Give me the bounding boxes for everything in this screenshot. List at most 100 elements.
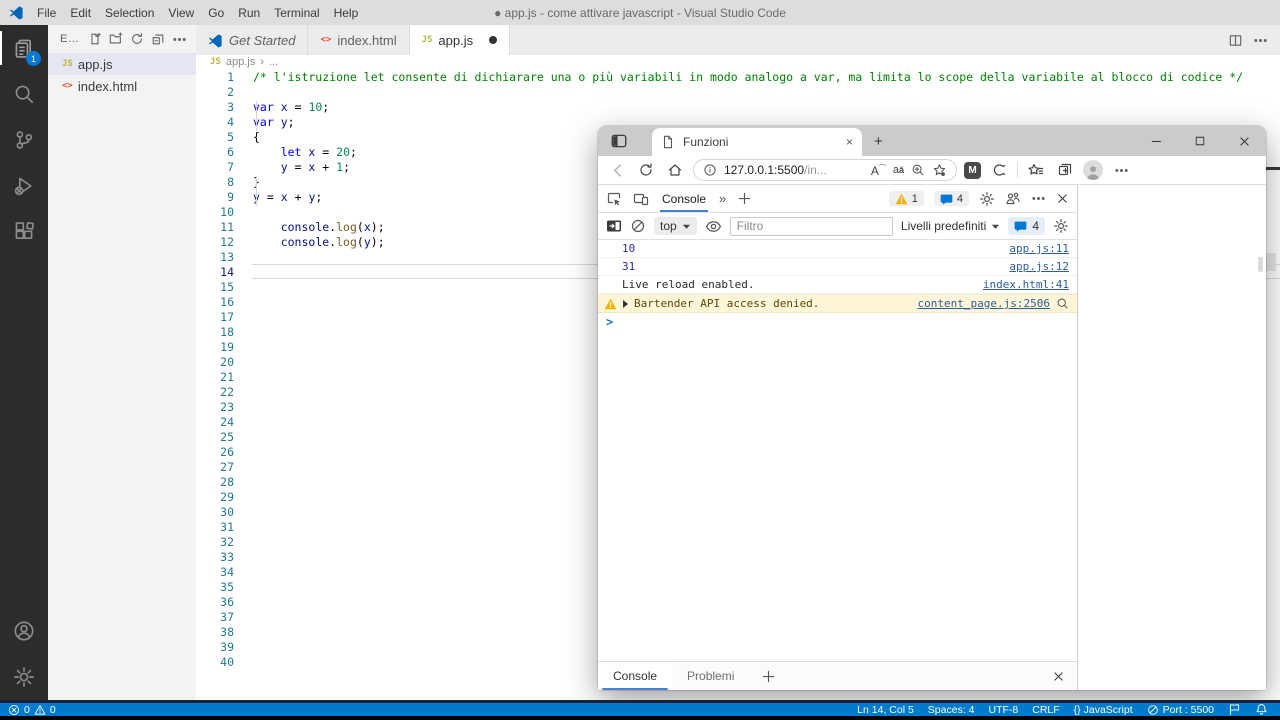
search-activity-button[interactable] <box>0 71 48 117</box>
translate-icon[interactable]: aă <box>893 164 904 176</box>
line-number: 19 <box>196 340 234 354</box>
minimize-button[interactable] <box>1134 126 1178 156</box>
source-link[interactable]: app.js:12 <box>1009 260 1069 273</box>
menu-run[interactable]: Run <box>231 6 267 20</box>
tab-app-js[interactable]: JSapp.js <box>410 25 511 55</box>
source-control-activity-button[interactable] <box>0 117 48 163</box>
favorite-star-icon[interactable] <box>932 163 947 178</box>
status-live-server-port[interactable]: Port : 5500 <box>1147 704 1214 716</box>
menu-terminal[interactable]: Terminal <box>267 6 326 20</box>
refresh-button[interactable] <box>635 162 657 178</box>
maximize-button[interactable] <box>1178 126 1222 156</box>
file-item-app-js[interactable]: JSapp.js <box>48 53 196 75</box>
drawer-tab-console[interactable]: Console <box>598 662 672 690</box>
menu-go[interactable]: Go <box>201 6 231 20</box>
console-sidebar-icon[interactable] <box>606 219 622 233</box>
devtools-tab-console[interactable]: Console <box>660 185 708 212</box>
settings-button[interactable] <box>0 654 48 700</box>
feedback-icon[interactable] <box>1228 703 1241 716</box>
js-file-icon: JS <box>62 59 73 69</box>
breadcrumb-ellipsis: ... <box>269 56 278 68</box>
explorer-activity-button[interactable]: 1 <box>0 25 48 71</box>
tab-index-html[interactable]: <>index.html <box>308 25 409 55</box>
messages-badge[interactable]: 4 <box>934 191 969 206</box>
context-selector[interactable]: top <box>654 217 697 235</box>
workspaces-icon[interactable] <box>610 132 628 150</box>
split-editor-icon[interactable] <box>1228 33 1243 48</box>
menu-file[interactable]: File <box>30 6 63 20</box>
devtools-settings-icon[interactable] <box>979 191 995 207</box>
status-encoding[interactable]: UTF-8 <box>989 704 1019 716</box>
editor-scrollbar[interactable] <box>1266 253 1276 271</box>
devtools-more-icon[interactable] <box>1031 191 1046 206</box>
profile-avatar[interactable] <box>1083 160 1103 180</box>
source-link[interactable]: app.js:11 <box>1009 242 1069 255</box>
more-tools-icon[interactable]: » <box>719 191 726 206</box>
address-bar[interactable]: 127.0.0.1:5500/in... A⌒ aă <box>693 159 957 181</box>
refresh-explorer-icon[interactable] <box>130 32 144 46</box>
menu-selection[interactable]: Selection <box>98 6 161 20</box>
device-emulation-icon[interactable] <box>633 191 649 207</box>
site-info-icon[interactable] <box>703 163 717 177</box>
new-tab-button[interactable]: + <box>874 133 883 150</box>
blocked-icon <box>1147 704 1159 716</box>
extension-m-icon[interactable]: M <box>964 162 981 179</box>
breadcrumb[interactable]: JS app.js › ... <box>196 55 1280 69</box>
live-expression-icon[interactable] <box>705 218 722 235</box>
browser-menu-icon[interactable] <box>1110 163 1132 178</box>
line-content: /* l'istruzione let consente di dichiara… <box>234 70 1243 84</box>
more-actions-icon[interactable] <box>172 32 187 47</box>
clear-console-icon[interactable] <box>630 218 646 234</box>
log-levels-selector[interactable]: Livelli predefiniti <box>901 219 1000 233</box>
new-file-icon[interactable] <box>88 32 102 46</box>
collections-icon[interactable] <box>1054 162 1076 178</box>
drawer-tab-problemi[interactable]: Problemi <box>672 662 749 690</box>
status-indentation[interactable]: Spaces: 4 <box>928 704 975 716</box>
inspect-element-icon[interactable] <box>606 191 622 207</box>
favorites-icon[interactable] <box>1025 162 1047 178</box>
drawer-close-icon[interactable] <box>1040 662 1077 690</box>
status-cursor-position[interactable]: Ln 14, Col 5 <box>857 704 914 716</box>
back-button[interactable] <box>606 162 628 179</box>
source-link[interactable]: index.html:41 <box>983 278 1069 291</box>
menu-view[interactable]: View <box>161 6 201 20</box>
status-eol[interactable]: CRLF <box>1032 704 1059 716</box>
explorer-header: E… <box>48 25 196 53</box>
file-item-index-html[interactable]: <>index.html <box>48 75 196 97</box>
warnings-badge[interactable]: 1 <box>889 191 924 206</box>
expand-caret-icon[interactable] <box>623 300 628 308</box>
new-folder-icon[interactable] <box>109 32 123 46</box>
messages-count-chip[interactable]: 4 <box>1008 217 1045 235</box>
search-source-icon[interactable] <box>1056 297 1069 310</box>
drawer-add-tab[interactable] <box>749 662 788 690</box>
console-settings-icon[interactable] <box>1053 218 1069 234</box>
collapse-folders-icon[interactable] <box>151 32 165 46</box>
home-button[interactable] <box>664 162 686 178</box>
read-aloud-icon[interactable]: A⌒ <box>871 163 886 178</box>
menu-edit[interactable]: Edit <box>63 6 98 20</box>
page-scrollbar[interactable] <box>1258 257 1263 272</box>
zoom-icon[interactable] <box>911 163 925 177</box>
devtools-close-icon[interactable] <box>1056 192 1069 205</box>
run-debug-activity-button[interactable] <box>0 163 48 209</box>
vscode-icon <box>208 33 223 48</box>
tab-get-started[interactable]: Get Started <box>196 25 308 55</box>
editor-more-actions-icon[interactable] <box>1253 33 1268 48</box>
extensions-activity-button[interactable] <box>0 209 48 255</box>
menu-help[interactable]: Help <box>327 6 366 20</box>
source-link[interactable]: content_page.js:2506 <box>918 297 1050 310</box>
add-tool-icon[interactable] <box>737 191 752 206</box>
search-icon <box>13 83 35 105</box>
problems-indicator[interactable]: 0 0 <box>8 704 56 716</box>
tab-close-icon[interactable]: × <box>846 135 853 149</box>
filter-input[interactable] <box>730 217 893 236</box>
line-content: y = x + y; <box>234 190 322 204</box>
status-language-mode[interactable]: {} JavaScript <box>1074 704 1133 716</box>
extension-c-icon[interactable] <box>988 162 1010 178</box>
browser-tab[interactable]: Funzioni × <box>652 128 862 156</box>
accounts-button[interactable] <box>0 608 48 654</box>
close-window-button[interactable] <box>1222 126 1266 156</box>
console-prompt[interactable]: > <box>598 313 1077 331</box>
devtools-feedback-icon[interactable] <box>1005 191 1021 207</box>
notifications-bell-icon[interactable] <box>1255 703 1268 716</box>
